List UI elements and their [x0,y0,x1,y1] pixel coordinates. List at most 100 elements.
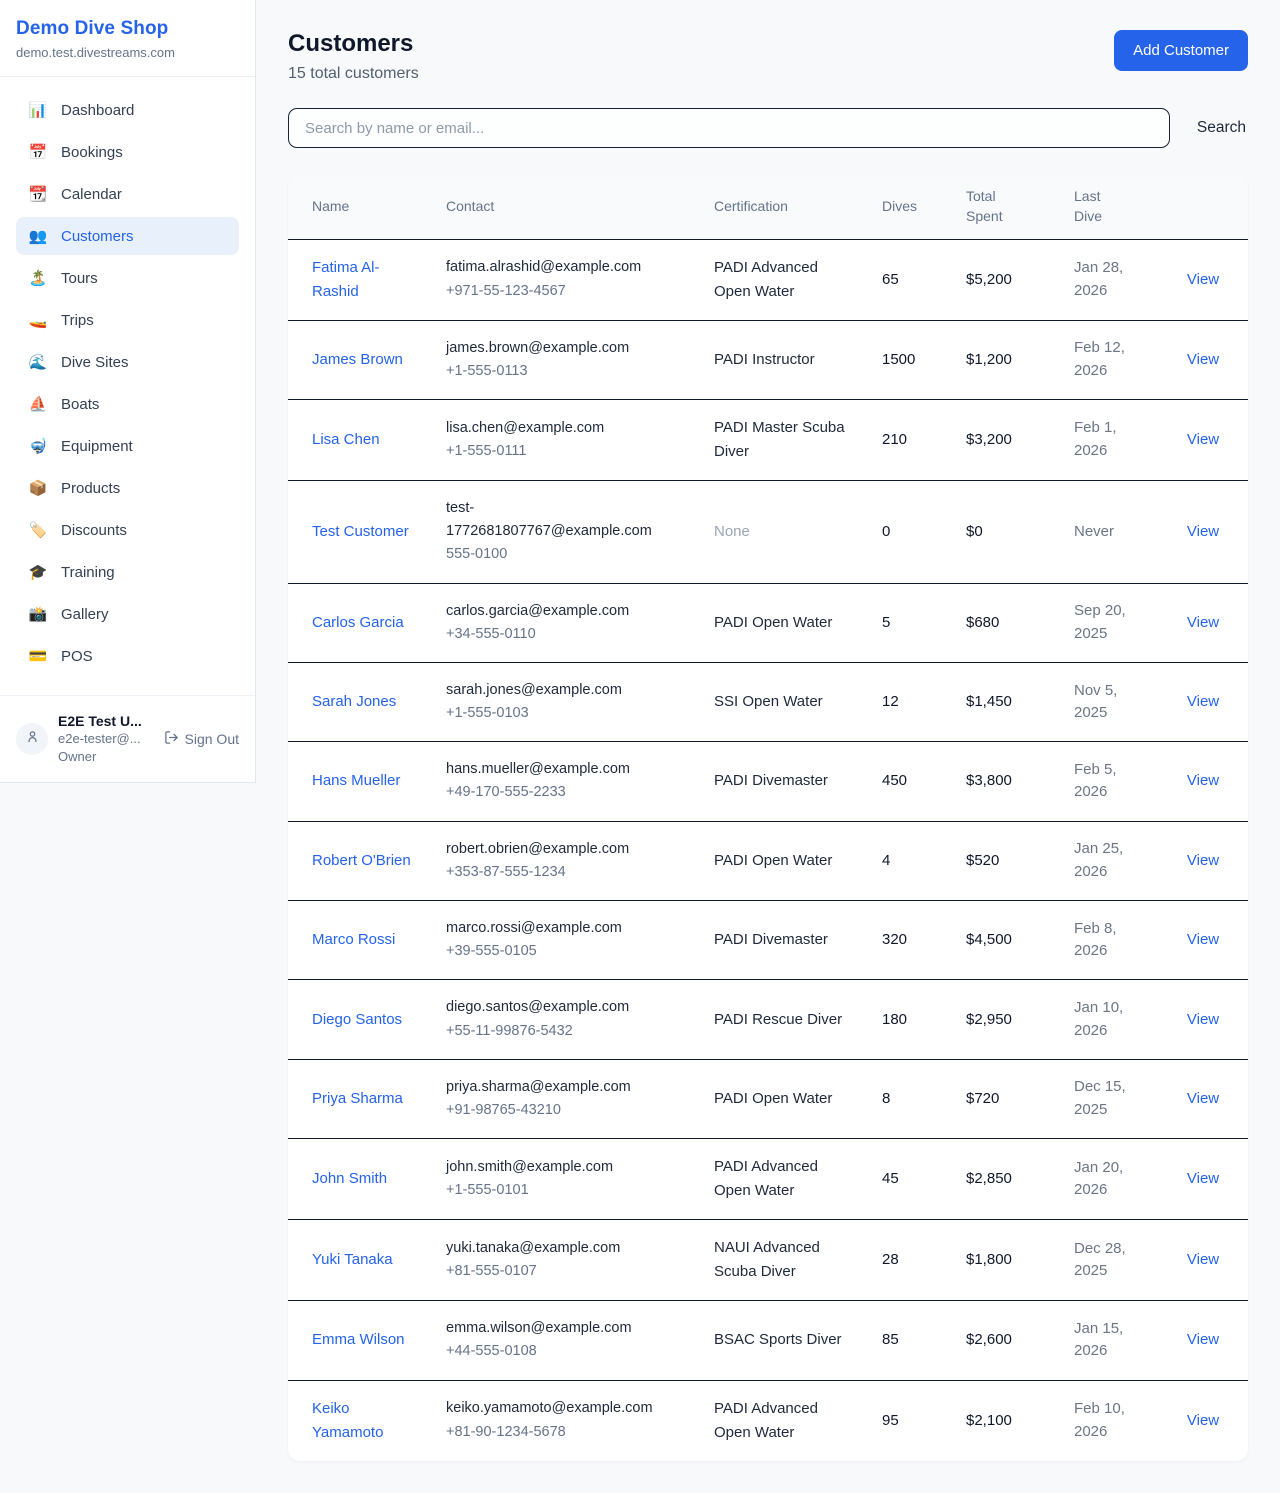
customer-name-link[interactable]: James Brown [288,320,434,399]
sidebar-item-products[interactable]: 📦Products [16,469,239,507]
customer-email: yuki.tanaka@example.com [446,1237,654,1260]
customer-phone: +44-555-0108 [446,1340,690,1363]
user-name: E2E Test U... [58,712,154,730]
search-input[interactable] [288,108,1170,148]
table-row: Yuki Tanakayuki.tanaka@example.com+81-55… [288,1220,1248,1301]
customer-dives: 12 [870,662,954,741]
customer-certification: PADI Advanced Open Water [702,1139,870,1220]
view-link[interactable]: View [1187,351,1219,368]
sidebar-item-tours[interactable]: 🏝️Tours [16,259,239,297]
view-link[interactable]: View [1187,852,1219,869]
customer-contact: sarah.jones@example.com+1-555-0103 [434,662,702,741]
customer-last-dive: Never [1062,480,1158,583]
sign-out-button[interactable]: Sign Out [164,730,239,748]
view-link[interactable]: View [1187,693,1219,710]
user-info: E2E Test U... e2e-tester@... Owner [58,712,154,766]
customer-view-cell: View [1158,662,1248,741]
customer-certification: BSAC Sports Diver [702,1301,870,1380]
customer-name-link[interactable]: Fatima Al-Rashid [288,239,434,320]
sidebar-item-pos[interactable]: 💳POS [16,637,239,675]
add-customer-button[interactable]: Add Customer [1114,30,1248,71]
customer-last-dive: Feb 8, 2026 [1062,901,1158,980]
credit-card-icon: 💳 [28,647,48,665]
view-link[interactable]: View [1187,1412,1219,1429]
customer-name-link[interactable]: Test Customer [288,480,434,583]
view-link[interactable]: View [1187,931,1219,948]
view-link[interactable]: View [1187,1011,1219,1028]
sidebar-item-label: Discounts [61,522,127,539]
sidebar-item-customers[interactable]: 👥Customers [16,217,239,255]
customer-contact: lisa.chen@example.com+1-555-0111 [434,399,702,480]
customer-total-spent: $1,200 [954,320,1062,399]
page-subtitle: 15 total customers [288,65,419,83]
customer-name-link[interactable]: Emma Wilson [288,1301,434,1380]
customer-name-link[interactable]: Keiko Yamamoto [288,1380,434,1461]
view-link[interactable]: View [1187,1090,1219,1107]
sign-out-icon [164,730,179,748]
sidebar-item-gallery[interactable]: 📸Gallery [16,595,239,633]
customer-name-link[interactable]: Diego Santos [288,980,434,1059]
customer-name-link[interactable]: Carlos Garcia [288,583,434,662]
customer-contact: keiko.yamamoto@example.com+81-90-1234-56… [434,1380,702,1461]
customer-name-link[interactable]: Marco Rossi [288,901,434,980]
bar-chart-icon: 📊 [28,101,48,119]
customer-dives: 8 [870,1059,954,1138]
island-icon: 🏝️ [28,269,48,287]
sidebar-item-training[interactable]: 🎓Training [16,553,239,591]
sidebar-item-dive-sites[interactable]: 🌊Dive Sites [16,343,239,381]
table-row: Lisa Chenlisa.chen@example.com+1-555-011… [288,399,1248,480]
customer-view-cell: View [1158,1139,1248,1220]
customer-name-link[interactable]: Yuki Tanaka [288,1220,434,1301]
customer-name-link[interactable]: Lisa Chen [288,399,434,480]
customer-phone: +55-11-99876-5432 [446,1020,690,1043]
customer-certification: PADI Divemaster [702,901,870,980]
customer-phone: 555-0100 [446,543,690,566]
customer-certification: PADI Open Water [702,1059,870,1138]
table-row: John Smithjohn.smith@example.com+1-555-0… [288,1139,1248,1220]
sidebar-item-dashboard[interactable]: 📊Dashboard [16,91,239,129]
view-link[interactable]: View [1187,614,1219,631]
search-row: Search [288,108,1248,148]
sidebar-item-label: Calendar [61,186,122,203]
customer-total-spent: $3,800 [954,742,1062,821]
view-link[interactable]: View [1187,1170,1219,1187]
table-row: Marco Rossimarco.rossi@example.com+39-55… [288,901,1248,980]
sidebar-item-bookings[interactable]: 📅Bookings [16,133,239,171]
view-link[interactable]: View [1187,1331,1219,1348]
sidebar-item-equipment[interactable]: 🤿Equipment [16,427,239,465]
customer-dives: 180 [870,980,954,1059]
table-row: Fatima Al-Rashidfatima.alrashid@example.… [288,239,1248,320]
view-link[interactable]: View [1187,1251,1219,1268]
customer-phone: +971-55-123-4567 [446,280,690,303]
view-link[interactable]: View [1187,772,1219,789]
sidebar-item-discounts[interactable]: 🏷️Discounts [16,511,239,549]
customer-last-dive: Feb 12, 2026 [1062,320,1158,399]
customer-contact: priya.sharma@example.com+91-98765-43210 [434,1059,702,1138]
view-link[interactable]: View [1187,431,1219,448]
search-button[interactable]: Search [1195,113,1248,143]
customer-contact: emma.wilson@example.com+44-555-0108 [434,1301,702,1380]
customer-dives: 45 [870,1139,954,1220]
customer-certification: PADI Advanced Open Water [702,1380,870,1461]
customer-email: robert.obrien@example.com [446,838,654,861]
customer-total-spent: $0 [954,480,1062,583]
customer-dives: 320 [870,901,954,980]
view-link[interactable]: View [1187,523,1219,540]
sidebar-item-boats[interactable]: ⛵Boats [16,385,239,423]
customer-name-link[interactable]: John Smith [288,1139,434,1220]
table-row: Sarah Jonessarah.jones@example.com+1-555… [288,662,1248,741]
customer-name-link[interactable]: Hans Mueller [288,742,434,821]
customer-name-link[interactable]: Sarah Jones [288,662,434,741]
customer-view-cell: View [1158,239,1248,320]
customer-name-link[interactable]: Robert O'Brien [288,821,434,900]
customer-contact: fatima.alrashid@example.com+971-55-123-4… [434,239,702,320]
table-row: Robert O'Brienrobert.obrien@example.com+… [288,821,1248,900]
customer-certification: NAUI Advanced Scuba Diver [702,1220,870,1301]
sidebar-item-calendar[interactable]: 📆Calendar [16,175,239,213]
customer-total-spent: $720 [954,1059,1062,1138]
sidebar-item-trips[interactable]: 🚤Trips [16,301,239,339]
customer-name-link[interactable]: Priya Sharma [288,1059,434,1138]
user-role: Owner [58,749,154,766]
customer-email: hans.mueller@example.com [446,758,654,781]
view-link[interactable]: View [1187,271,1219,288]
